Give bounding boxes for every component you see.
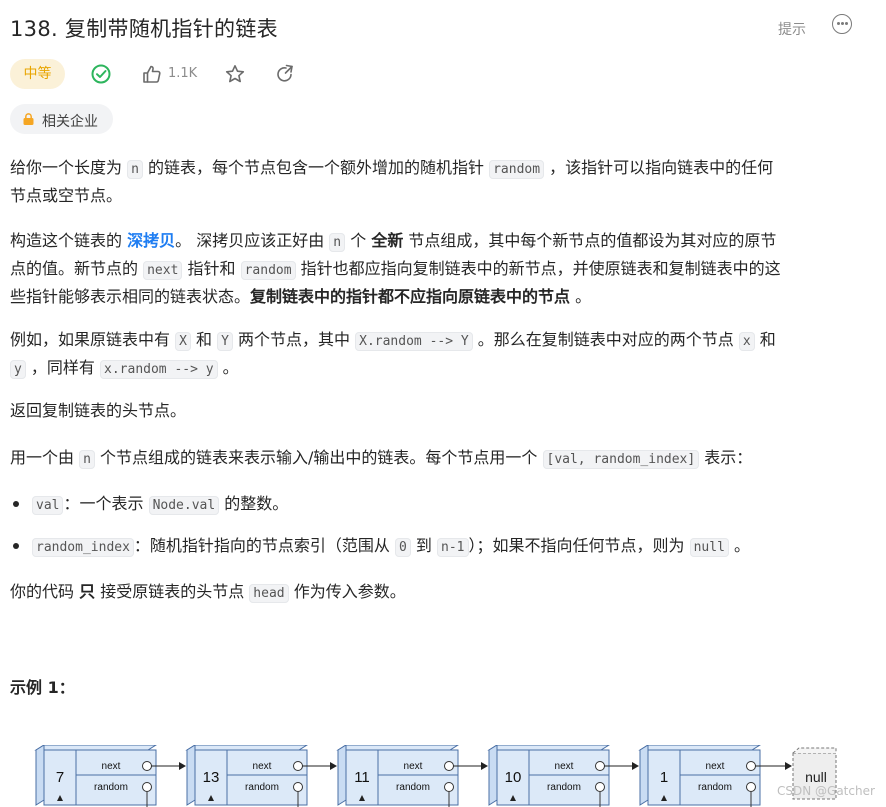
node-value: 7 <box>56 769 64 786</box>
next-arrow-head <box>330 762 337 770</box>
related-companies-tag[interactable]: 相关企业 <box>10 104 113 134</box>
header: 138. 复制带随机指针的链表 提示 <box>10 13 886 43</box>
like-count: 1.1K <box>168 66 198 81</box>
share-icon[interactable] <box>274 63 296 85</box>
meta-row: 中等 1.1K <box>10 59 410 89</box>
node-side-face <box>186 745 196 806</box>
node-next-label: next <box>706 761 725 772</box>
next-arrow-head <box>785 762 792 770</box>
description-paragraph-2: 构造这个链表的 深拷贝。 深拷贝应该正好由 n 个 全新 节点组成，其中每个新节… <box>10 231 781 306</box>
description-paragraph-5: 用一个由 n 个节点组成的链表来表示输入/输出中的链表。每个节点用一个 [val… <box>10 448 753 469</box>
node-next-label: next <box>102 761 121 772</box>
node-random-label: random <box>698 782 732 793</box>
difficulty-badge[interactable]: 中等 <box>10 59 65 89</box>
description-paragraph-4: 返回复制链表的头节点。 <box>10 401 187 420</box>
random-pointer-dot <box>293 782 303 792</box>
example-title: 示例 1： <box>10 678 75 697</box>
node-side-face <box>639 745 649 806</box>
tag-label: 相关企业 <box>42 114 98 130</box>
next-pointer-dot <box>444 761 454 771</box>
node-next-label: next <box>555 761 574 772</box>
watermark: CSDN @Gatcher <box>777 784 875 798</box>
node-next-label: next <box>253 761 272 772</box>
node-value: 11 <box>354 769 370 786</box>
null-box-top <box>792 747 837 754</box>
description-paragraph-1: 给你一个长度为 n 的链表，每个节点包含一个额外增加的随机指针 random ，… <box>10 158 774 205</box>
node-top-face <box>638 745 761 751</box>
next-arrow-head <box>179 762 186 770</box>
next-pointer-dot <box>595 761 605 771</box>
null-label: null <box>805 769 827 785</box>
node-side-face <box>35 745 45 806</box>
node-top-face <box>336 745 459 751</box>
node-random-label: random <box>245 782 279 793</box>
node-next-label: next <box>404 761 423 772</box>
more-options-icon[interactable] <box>832 14 852 34</box>
next-pointer-dot <box>293 761 303 771</box>
node-random-label: random <box>94 782 128 793</box>
next-arrow-head <box>632 762 639 770</box>
description-paragraph-3: 例如，如果原链表中有 X 和 Y 两个节点，其中 X.random --> Y … <box>10 330 776 379</box>
thumbs-up-icon[interactable] <box>141 63 163 85</box>
node-side-face <box>337 745 347 806</box>
node-top-face <box>487 745 610 751</box>
random-pointer-dot <box>595 782 605 792</box>
next-arrow-head <box>481 762 488 770</box>
solved-check-icon <box>91 64 111 84</box>
random-pointer-dot <box>444 782 454 792</box>
linked-list-diagram: 7 next random 13 next random 11 next random 10 nex… <box>34 745 837 807</box>
node-random-label: random <box>396 782 430 793</box>
node-top-face <box>34 745 157 751</box>
hint-button[interactable]: 提示 <box>778 19 806 39</box>
problem-page: 138. 复制带随机指针的链表 提示 中等 1.1K 相关企业 给你一个长度为 … <box>0 0 886 807</box>
node-top-face <box>185 745 308 751</box>
node-value: 1 <box>660 769 668 786</box>
problem-title: 138. 复制带随机指针的链表 <box>10 17 278 41</box>
lock-icon <box>23 113 34 125</box>
next-pointer-dot <box>746 761 756 771</box>
node-side-face <box>488 745 498 806</box>
node-random-label: random <box>547 782 581 793</box>
star-icon[interactable] <box>224 63 246 85</box>
next-pointer-dot <box>142 761 152 771</box>
node-value: 10 <box>505 769 522 786</box>
random-pointer-dot <box>142 782 152 792</box>
description-paragraph-6: 你的代码 只 接受原链表的头节点 head 作为传入参数。 <box>10 582 406 603</box>
random-pointer-dot <box>746 782 756 792</box>
node-value: 13 <box>203 769 220 786</box>
deep-copy-link[interactable]: 深拷贝 <box>127 231 175 250</box>
